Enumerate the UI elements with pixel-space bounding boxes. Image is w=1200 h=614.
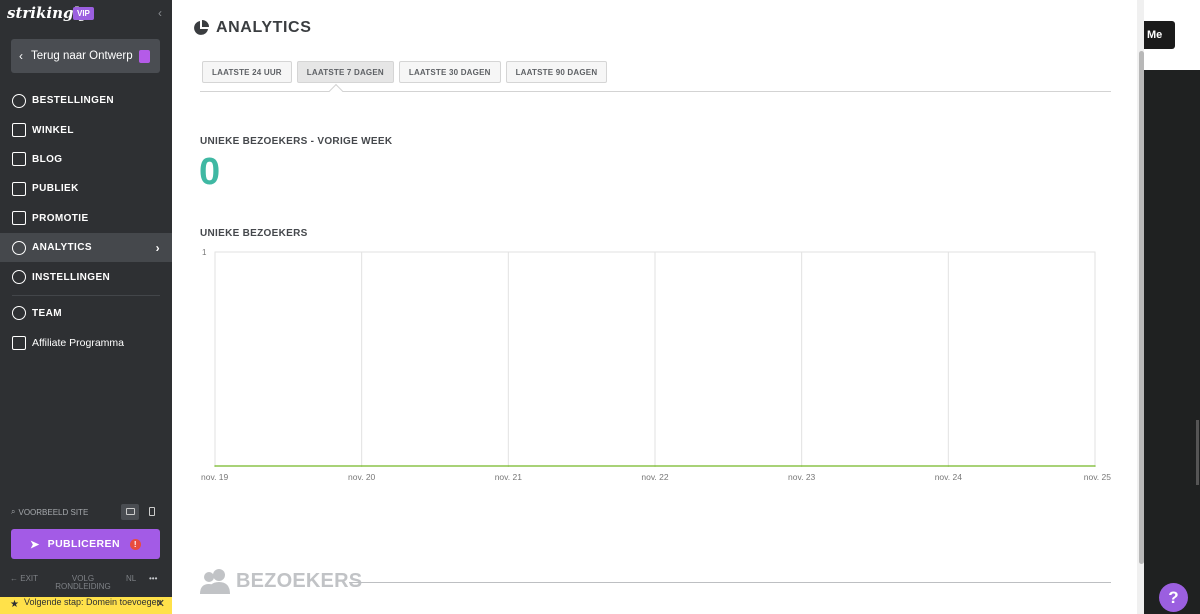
help-button[interactable]: ? <box>1159 583 1188 612</box>
sidebar-item-analytics[interactable]: ANALYTICS › <box>0 232 172 263</box>
sidebar-item-affiliate[interactable]: Affiliate Programma <box>0 328 172 357</box>
team-icon <box>12 306 26 321</box>
desktop-icon <box>125 508 135 515</box>
alert-icon: ! <box>129 538 141 550</box>
sidebar-nav: BESTELLINGEN WINKEL BLOG PUBLIEK PROMOTI… <box>0 86 172 358</box>
chart-svg: 1 nov. 19 nov. 20 nov. 21 nov. 22 nov. 23 nov.… <box>201 248 1112 482</box>
site-preview-background <box>1144 0 1200 614</box>
back-to-design-button[interactable]: ‹ Terug naar Ontwerp <box>11 39 160 73</box>
sidebar-divider <box>12 294 160 296</box>
megaphone-icon <box>12 211 26 226</box>
close-icon[interactable]: ✕ <box>156 599 165 610</box>
sidebar-item-promotie[interactable]: PROMOTIE <box>0 204 172 233</box>
next-step-label: Volgende stap: Domein toevoegen <box>24 597 162 607</box>
x-tick-label: nov. 23 <box>788 472 816 482</box>
visitors-section-title: BEZOEKERS <box>200 568 362 594</box>
chevron-left-icon: ‹ <box>19 49 23 63</box>
x-tick-label: nov. 19 <box>201 472 229 482</box>
mobile-preview-button[interactable] <box>143 504 161 520</box>
sidebar-item-winkel[interactable]: WINKEL <box>0 115 172 144</box>
preview-scrollbar[interactable] <box>1196 420 1199 485</box>
weekly-visitors-value: 0 <box>199 151 221 193</box>
page-title-text: ANALYTICS <box>216 19 312 36</box>
chevron-right-icon: › <box>155 240 160 255</box>
vip-badge: VIP <box>73 7 94 20</box>
users-icon <box>200 569 230 594</box>
contact-me-button[interactable]: Me <box>1144 21 1175 49</box>
preview-site-link[interactable]: ⌕ VOORBEELD SITE <box>11 507 88 517</box>
x-tick-label: nov. 22 <box>641 472 669 482</box>
x-tick-label: nov. 24 <box>935 472 963 482</box>
collapse-sidebar-icon[interactable]: ‹ <box>158 6 162 20</box>
unique-visitors-chart: 1 nov. 19 nov. 20 nov. 21 nov. 22 nov. 23 nov.… <box>198 244 1118 494</box>
y-tick-label: 1 <box>202 248 207 257</box>
data-point <box>214 465 216 467</box>
pie-chart-icon <box>12 240 26 255</box>
back-to-design-label: Terug naar Ontwerp <box>31 50 133 62</box>
data-point <box>507 465 510 467</box>
search-icon: ⌕ <box>11 507 16 516</box>
tab-7-dagen[interactable]: LAATSTE 7 DAGEN <box>296 61 394 83</box>
sidebar-item-label: INSTELLINGEN <box>32 271 111 283</box>
sidebar-item-instellingen[interactable]: INSTELLINGEN <box>0 262 172 291</box>
exit-label: EXIT <box>20 574 39 583</box>
desktop-preview-button[interactable] <box>121 504 139 520</box>
data-point <box>360 465 363 467</box>
tab-24-uur[interactable]: LAATSTE 24 UUR <box>202 61 292 83</box>
preview-site-label: VOORBEELD SITE <box>18 507 89 517</box>
data-point <box>800 465 803 467</box>
active-tab-caret <box>328 83 344 99</box>
store-icon <box>12 123 26 138</box>
publish-label: PUBLICEREN <box>47 538 120 550</box>
sidebar-item-blog[interactable]: BLOG <box>0 145 172 174</box>
sidebar-item-label: BLOG <box>32 153 63 165</box>
trophy-icon <box>12 335 26 350</box>
pen-icon <box>12 152 26 167</box>
tab-30-dagen[interactable]: LAATSTE 30 DAGEN <box>398 61 501 83</box>
star-icon: ★ <box>10 599 19 610</box>
sidebar-item-label: Affiliate Programma <box>32 336 125 349</box>
page-title: ANALYTICS <box>193 19 312 37</box>
visitors-section-divider <box>349 582 1111 583</box>
x-tick-label: nov. 25 <box>1084 472 1112 482</box>
sidebar-item-publiek[interactable]: PUBLIEK <box>0 174 172 203</box>
sidebar-item-label: ANALYTICS <box>32 242 92 254</box>
visitors-section-text: BEZOEKERS <box>236 569 363 592</box>
sidebar-item-label: PUBLIEK <box>32 183 79 195</box>
data-point <box>1094 465 1096 467</box>
next-step-banner[interactable]: ★ Volgende stap: Domein toevoegen ✕ <box>0 597 172 614</box>
publish-button[interactable]: ➤ PUBLICEREN ! <box>11 529 160 559</box>
weekly-visitors-label: UNIEKE BEZOEKERS - VORIGE WEEK <box>200 136 393 147</box>
sidebar-item-label: PROMOTIE <box>32 212 89 224</box>
data-point <box>654 465 656 467</box>
sidebar-item-bestellingen[interactable]: BESTELLINGEN <box>0 86 172 115</box>
x-tick-label: nov. 21 <box>495 472 523 482</box>
data-point <box>947 465 950 467</box>
dollar-circle-icon <box>12 93 26 108</box>
gear-icon <box>12 270 26 285</box>
users-icon <box>12 181 26 196</box>
language-button[interactable]: NL <box>126 575 136 583</box>
sidebar-item-team[interactable]: TEAM <box>0 299 172 328</box>
tour-button[interactable]: VOLG RONDLEIDING <box>52 575 114 591</box>
exit-button[interactable]: ← EXIT <box>10 575 38 583</box>
sidebar-item-label: TEAM <box>32 307 62 319</box>
rocket-icon: ➤ <box>30 538 40 551</box>
tab-90-dagen[interactable]: LAATSTE 90 DAGEN <box>505 61 608 83</box>
mobile-icon <box>149 507 155 516</box>
sidebar: strikingly VIP ‹ ‹ Terug naar Ontwerp BE… <box>0 0 172 614</box>
more-icon[interactable]: ••• <box>149 575 157 583</box>
range-tabs: LAATSTE 24 UUR LAATSTE 7 DAGEN LAATSTE 3… <box>202 61 612 83</box>
sidebar-item-label: WINKEL <box>32 124 74 136</box>
pie-chart-icon <box>194 20 209 35</box>
unique-visitors-label: UNIEKE BEZOEKERS <box>200 228 308 239</box>
analytics-panel: ANALYTICS LAATSTE 24 UUR LAATSTE 7 DAGEN… <box>172 0 1144 614</box>
design-badge-icon <box>139 50 150 63</box>
sidebar-item-label: BESTELLINGEN <box>32 95 115 107</box>
x-tick-label: nov. 20 <box>348 472 376 482</box>
